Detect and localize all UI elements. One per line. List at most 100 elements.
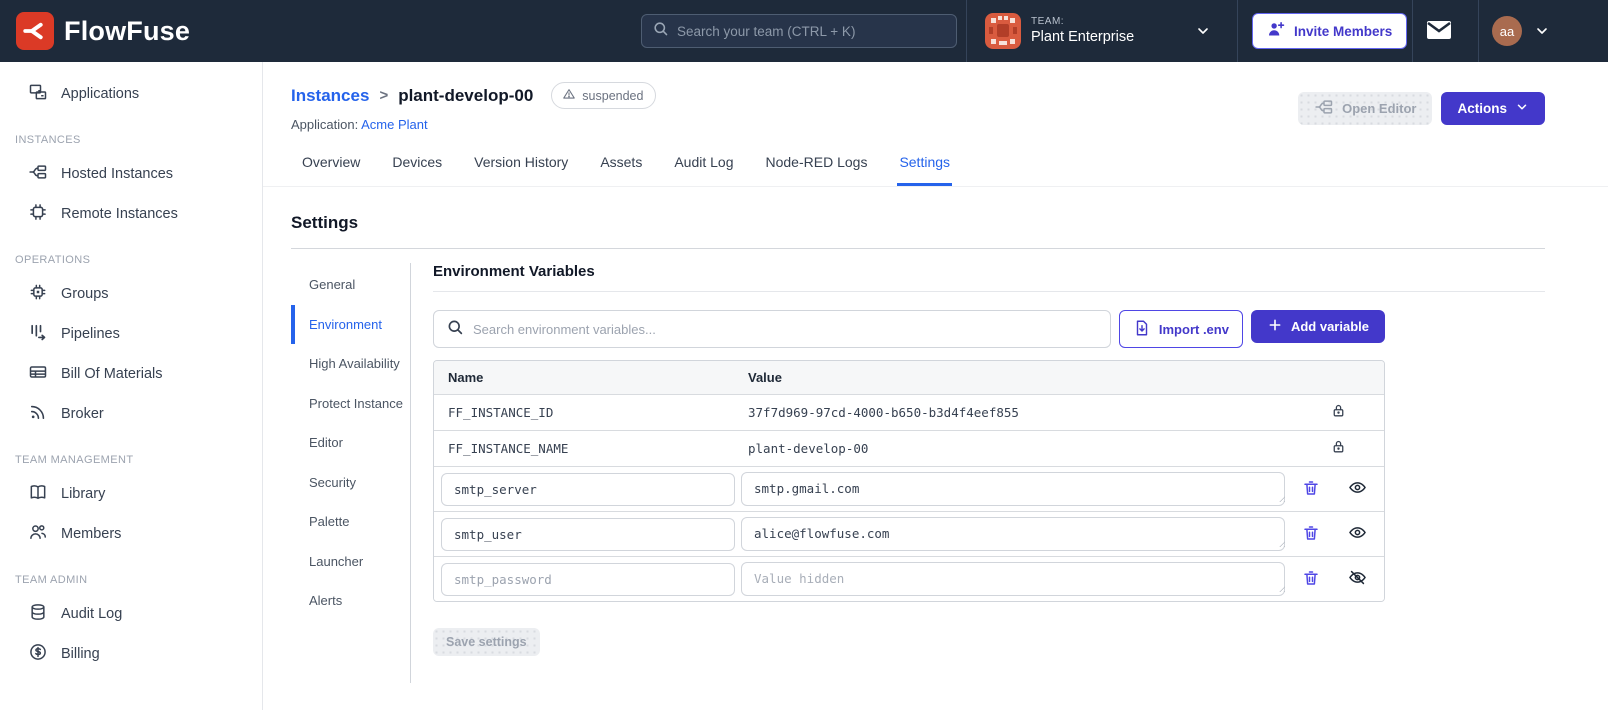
- application-label: Application:: [291, 117, 359, 132]
- env-var-value: plant-develop-00: [748, 441, 869, 456]
- actions-button[interactable]: Actions: [1441, 92, 1545, 125]
- open-editor-button[interactable]: Open Editor: [1298, 92, 1433, 125]
- user-menu[interactable]: aa: [1492, 16, 1550, 46]
- eye-icon: [1348, 478, 1367, 500]
- instance-tabs: Overview Devices Version History Assets …: [263, 150, 1608, 187]
- sidebar-item-applications[interactable]: Applications: [0, 74, 262, 114]
- env-var-name-input[interactable]: [441, 517, 735, 551]
- settings-nav-protect-instance[interactable]: Protect Instance: [291, 384, 410, 424]
- add-variable-button[interactable]: Add variable: [1250, 310, 1385, 343]
- import-env-button[interactable]: Import .env: [1118, 310, 1243, 348]
- team-avatar: [985, 13, 1021, 49]
- tab-devices[interactable]: Devices: [390, 150, 444, 186]
- trash-icon: [1302, 479, 1320, 500]
- add-variable-label: Add variable: [1290, 319, 1369, 334]
- tab-overview[interactable]: Overview: [300, 150, 362, 186]
- sidebar: Applications INSTANCES Hosted Instances …: [0, 62, 263, 710]
- bill-of-materials-icon: [28, 362, 48, 386]
- table-row: alice@flowfuse.com: [434, 511, 1384, 556]
- applications-icon: [28, 82, 48, 106]
- settings-nav-high-availability[interactable]: High Availability: [291, 344, 410, 384]
- toggle-visibility-button[interactable]: [1346, 478, 1368, 500]
- toggle-visibility-button[interactable]: [1346, 523, 1368, 545]
- column-header-value: Value: [748, 370, 782, 385]
- sidebar-item-billing[interactable]: Billing: [0, 634, 262, 674]
- sidebar-section-operations: OPERATIONS: [15, 254, 91, 266]
- header-divider: [1237, 0, 1238, 62]
- settings-nav-security[interactable]: Security: [291, 463, 410, 503]
- sidebar-item-hosted-instances[interactable]: Hosted Instances: [0, 154, 262, 194]
- settings-nav-alerts[interactable]: Alerts: [291, 581, 410, 621]
- env-var-value-textarea[interactable]: alice@flowfuse.com: [741, 517, 1285, 551]
- delete-variable-button[interactable]: [1300, 568, 1322, 590]
- tab-audit-log[interactable]: Audit Log: [672, 150, 735, 186]
- team-search-input[interactable]: [677, 23, 946, 39]
- actions-label: Actions: [1457, 101, 1507, 116]
- tab-node-red-logs[interactable]: Node-RED Logs: [764, 150, 870, 186]
- sidebar-item-library[interactable]: Library: [0, 474, 262, 514]
- team-chevron-down-icon[interactable]: [1195, 23, 1211, 39]
- header-divider: [1478, 0, 1479, 62]
- invite-members-button[interactable]: Invite Members: [1252, 13, 1408, 49]
- table-row: smtp.gmail.com: [434, 466, 1384, 511]
- tab-settings[interactable]: Settings: [897, 150, 953, 186]
- settings-nav-palette[interactable]: Palette: [291, 502, 410, 542]
- hosted-instances-icon: [28, 162, 48, 186]
- toggle-visibility-button[interactable]: [1346, 568, 1368, 590]
- env-var-name: FF_INSTANCE_NAME: [448, 441, 569, 456]
- save-settings-label: Save settings: [446, 635, 527, 649]
- chevron-down-icon: [1515, 100, 1529, 117]
- env-var-value-textarea[interactable]: [741, 562, 1285, 596]
- application-link[interactable]: Acme Plant: [361, 117, 427, 132]
- settings-nav-general[interactable]: General: [291, 265, 410, 305]
- team-label: TEAM:: [1031, 15, 1065, 27]
- broker-icon: [28, 402, 48, 426]
- sidebar-item-remote-instances[interactable]: Remote Instances: [0, 194, 262, 234]
- sidebar-item-pipelines[interactable]: Pipelines: [0, 314, 262, 354]
- tab-assets[interactable]: Assets: [598, 150, 644, 186]
- sidebar-item-members[interactable]: Members: [0, 514, 262, 554]
- settings-nav-editor[interactable]: Editor: [291, 423, 410, 463]
- settings-nav-launcher[interactable]: Launcher: [291, 542, 410, 582]
- sidebar-item-audit-log[interactable]: Audit Log: [0, 594, 262, 634]
- invite-members-label: Invite Members: [1294, 23, 1393, 39]
- trash-icon: [1302, 569, 1320, 590]
- breadcrumb-instances-link[interactable]: Instances: [291, 86, 369, 106]
- notifications-mail-icon[interactable]: [1424, 17, 1454, 45]
- save-settings-button[interactable]: Save settings: [433, 628, 540, 656]
- user-avatar: aa: [1492, 16, 1522, 46]
- env-var-name: FF_INSTANCE_ID: [448, 405, 554, 420]
- env-var-name-input[interactable]: [441, 562, 735, 596]
- user-chevron-down-icon: [1534, 23, 1550, 39]
- sidebar-section-team-admin: TEAM ADMIN: [15, 574, 88, 586]
- sidebar-item-broker[interactable]: Broker: [0, 394, 262, 434]
- sidebar-item-label: Billing: [61, 646, 100, 662]
- header-divider: [1412, 0, 1413, 62]
- table-row: FF_INSTANCE_NAME plant-develop-00: [434, 430, 1384, 466]
- billing-icon: [28, 642, 48, 666]
- delete-variable-button[interactable]: [1300, 523, 1322, 545]
- brand[interactable]: FlowFuse: [16, 0, 190, 62]
- env-var-name-input[interactable]: [441, 472, 735, 506]
- table-row: [434, 556, 1384, 601]
- sidebar-item-label: Groups: [61, 286, 109, 302]
- settings-nav-environment[interactable]: Environment: [291, 304, 410, 345]
- team-search[interactable]: [641, 14, 957, 48]
- delete-variable-button[interactable]: [1300, 478, 1322, 500]
- plus-icon: [1267, 317, 1283, 336]
- table-header-row: Name Value: [434, 361, 1384, 394]
- sidebar-item-bill-of-materials[interactable]: Bill Of Materials: [0, 354, 262, 394]
- trash-icon: [1302, 524, 1320, 545]
- env-search[interactable]: [433, 310, 1111, 348]
- eye-off-icon: [1348, 568, 1367, 590]
- env-var-value-textarea[interactable]: smtp.gmail.com: [741, 472, 1285, 506]
- environment-variables-heading: Environment Variables: [433, 263, 1545, 292]
- sidebar-item-groups[interactable]: Groups: [0, 274, 262, 314]
- tab-version-history[interactable]: Version History: [472, 150, 570, 186]
- env-search-input[interactable]: [473, 321, 1098, 337]
- settings-divider: [291, 248, 1545, 249]
- document-download-icon: [1133, 319, 1151, 340]
- lock-icon: [1330, 438, 1347, 460]
- lock-icon: [1330, 402, 1347, 424]
- team-selector[interactable]: TEAM: Plant Enterprise: [985, 0, 1134, 62]
